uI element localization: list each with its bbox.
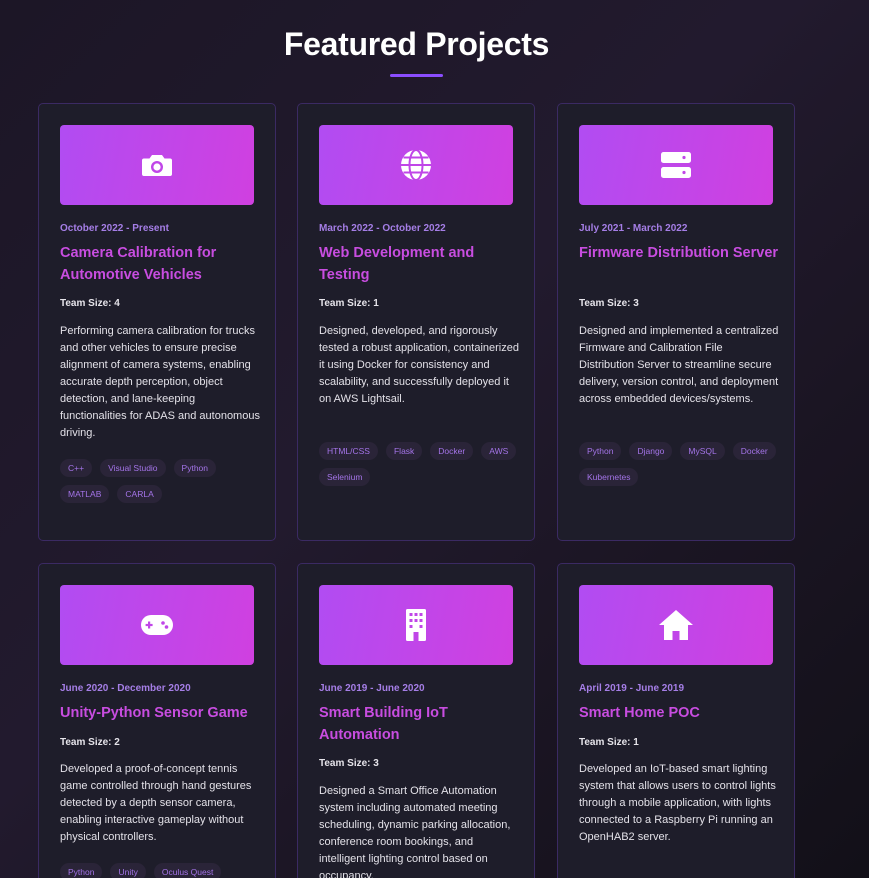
project-banner: [60, 585, 254, 665]
project-description: Designed, developed, and rigorously test…: [319, 325, 519, 405]
project-tags: HTML/CSS Flask Docker AWS Selenium: [319, 442, 519, 486]
project-banner: [579, 585, 773, 665]
project-date: October 2022 - Present: [60, 223, 169, 234]
tech-tag: C++: [60, 459, 93, 477]
tech-tag: MySQL: [680, 442, 725, 460]
section-title: Featured Projects: [283, 26, 550, 62]
project-tags: Python Unity Oculus Quest: [60, 863, 260, 878]
project-team-size: Team Size: 4: [60, 298, 120, 309]
project-description: Developed a proof-of-concept tennis game…: [60, 763, 252, 843]
tech-tag: AWS: [481, 442, 517, 460]
project-date: July 2021 - March 2022: [579, 223, 688, 234]
title-underline: [390, 74, 443, 77]
tech-tag: Docker: [430, 442, 474, 460]
project-banner: [60, 125, 254, 205]
project-title: Smart Home POC: [579, 705, 700, 721]
project-team-size: Team Size: 2: [60, 737, 120, 748]
project-date: June 2020 - December 2020: [60, 683, 191, 694]
tech-tag: Unity: [110, 863, 146, 878]
tech-tag: Flask: [385, 442, 423, 460]
project-description: Developed an IoT-based smart lighting sy…: [579, 763, 776, 843]
tech-tag: Oculus Quest: [153, 863, 222, 878]
camera-icon: [142, 155, 172, 176]
project-card-camera-calibration[interactable]: October 2022 - Present Camera Calibratio…: [38, 103, 276, 541]
gamepad-icon: [141, 615, 173, 635]
project-banner: [319, 125, 513, 205]
project-date: April 2019 - June 2019: [579, 683, 685, 694]
tech-tag: Python: [173, 459, 217, 477]
project-team-size: Team Size: 3: [319, 758, 379, 769]
project-title: Web Development and Testing: [319, 245, 475, 283]
project-card-smart-building[interactable]: June 2019 - June 2020 Smart Building IoT…: [297, 563, 535, 878]
globe-icon: [401, 149, 431, 181]
tech-tag: Docker: [732, 442, 776, 460]
project-card-firmware-server[interactable]: July 2021 - March 2022 Firmware Distribu…: [557, 103, 795, 541]
tech-tag: Kubernetes: [579, 468, 639, 486]
project-card-smart-home[interactable]: April 2019 - June 2019 Smart Home POC Te…: [557, 563, 795, 878]
project-team-size: Team Size: 1: [579, 737, 639, 748]
project-description: Designed and implemented a centralized F…: [579, 325, 779, 405]
tech-tag: MATLAB: [60, 485, 110, 503]
tech-tag: Python: [60, 863, 103, 878]
project-card-sensor-game[interactable]: June 2020 - December 2020 Unity-Python S…: [38, 563, 276, 878]
project-title: Camera Calibration for Automotive Vehicl…: [60, 245, 217, 283]
project-team-size: Team Size: 1: [319, 298, 379, 309]
tech-tag: Django: [629, 442, 673, 460]
project-team-size: Team Size: 3: [579, 298, 639, 309]
project-title: Unity-Python Sensor Game: [60, 705, 248, 721]
project-banner: [319, 585, 513, 665]
project-tags: Python Django MySQL Docker Kubernetes: [579, 442, 779, 486]
project-banner: [579, 125, 773, 205]
project-card-web-development[interactable]: March 2022 - October 2022 Web Developmen…: [297, 103, 535, 541]
project-tags: C++ Visual Studio Python MATLAB CARLA: [60, 459, 260, 503]
project-description: Performing camera calibration for trucks…: [60, 325, 260, 439]
project-title: Smart Building IoT Automation: [319, 705, 448, 743]
tech-tag: CARLA: [117, 485, 162, 503]
tech-tag: HTML/CSS: [319, 442, 378, 460]
project-description: Designed a Smart Office Automation syste…: [319, 785, 511, 878]
tech-tag: Selenium: [319, 468, 371, 486]
server-icon: [661, 152, 691, 178]
tech-tag: Python: [579, 442, 622, 460]
project-date: March 2022 - October 2022: [319, 223, 446, 234]
project-date: June 2019 - June 2020: [319, 683, 425, 694]
building-icon: [406, 609, 426, 641]
tech-tag: Visual Studio: [100, 459, 166, 477]
home-icon: [659, 610, 693, 640]
project-title: Firmware Distribution Server: [579, 245, 779, 261]
